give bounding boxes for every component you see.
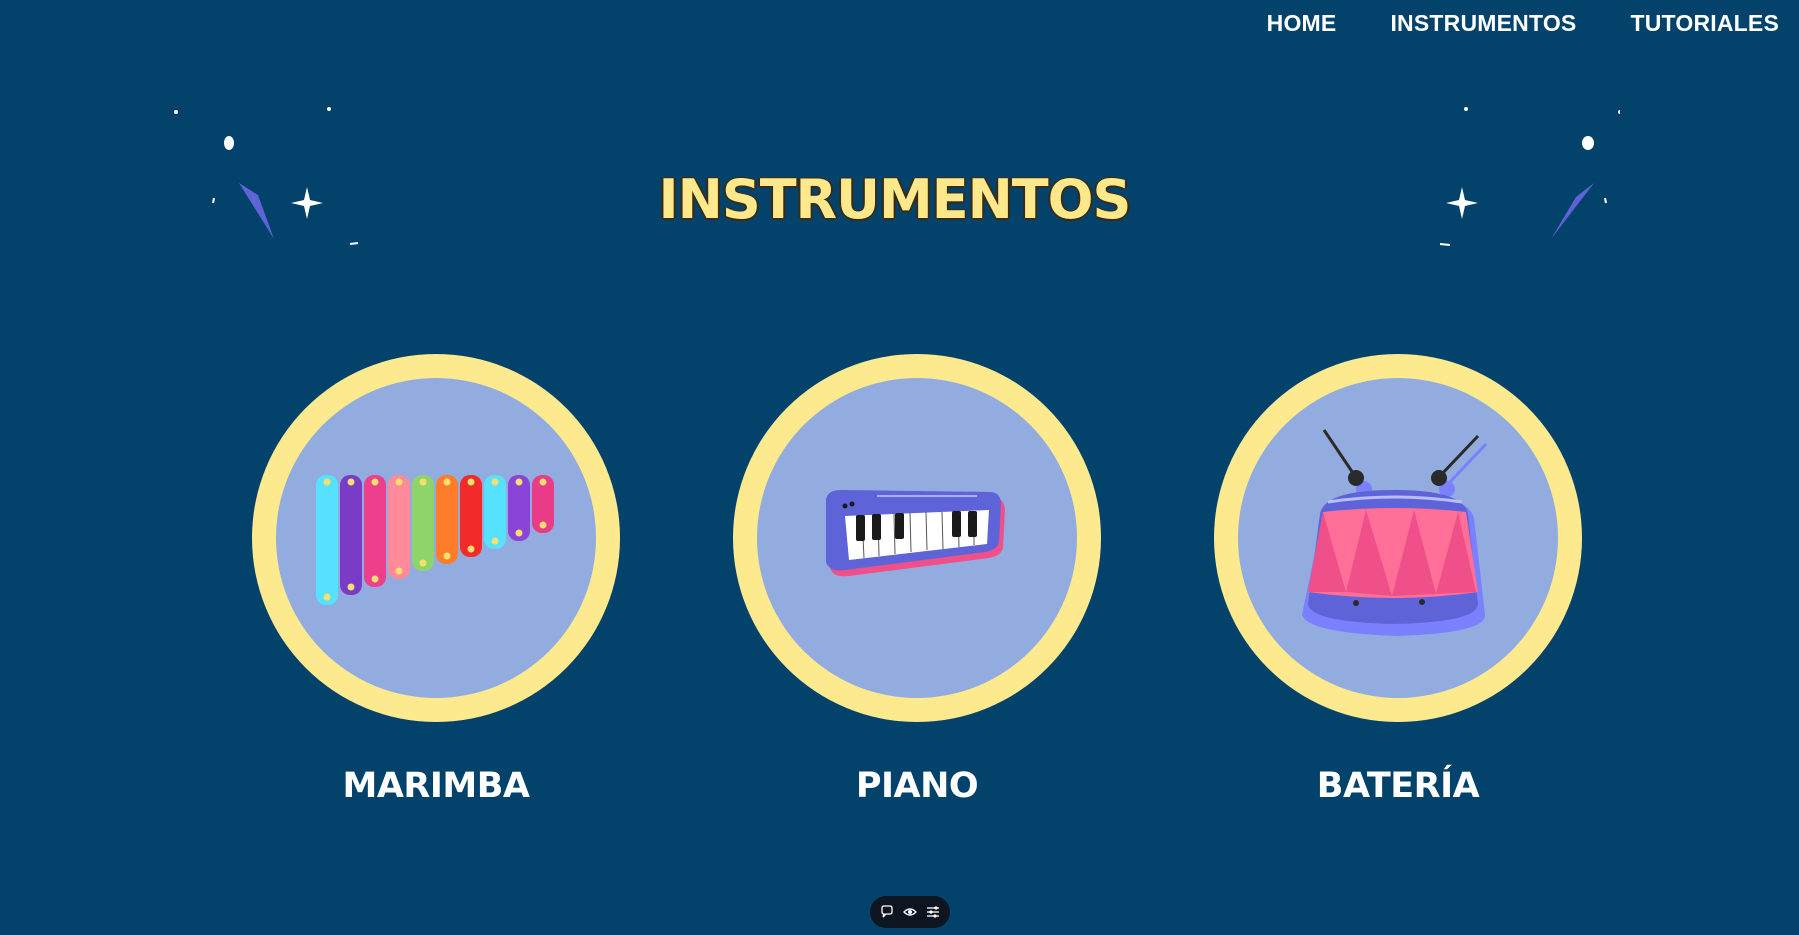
instrument-label-marimba[interactable]: MARIMBA [252, 766, 620, 806]
instrument-card-marimba: MARIMBA [252, 354, 620, 806]
instrument-label-piano[interactable]: PIANO [733, 766, 1101, 806]
piano-button[interactable] [733, 354, 1101, 722]
nav-home-link[interactable]: HOME [1267, 10, 1337, 37]
floating-toolbar [870, 896, 950, 928]
marimba-icon [316, 475, 554, 605]
comment-icon[interactable] [878, 903, 896, 921]
marimba-button[interactable] [252, 354, 620, 722]
instrument-label-bateria[interactable]: BATERÍA [1214, 766, 1582, 806]
eye-icon[interactable] [901, 903, 919, 921]
nav-tutoriales-link[interactable]: TUTORIALES [1630, 10, 1779, 37]
top-nav: HOME INSTRUMENTOS TUTORIALES [1267, 10, 1779, 37]
bateria-button[interactable] [1214, 354, 1582, 722]
drum-icon [1302, 429, 1488, 636]
nav-instrumentos-link[interactable]: INSTRUMENTOS [1390, 10, 1576, 37]
settings-icon[interactable] [924, 903, 942, 921]
page: HOME INSTRUMENTOS TUTORIALES INSTRUMENTO… [0, 0, 1799, 935]
piano-icon [826, 490, 1005, 577]
instrument-card-bateria: BATERÍA [1214, 354, 1582, 806]
instrument-card-piano: PIANO [733, 354, 1101, 806]
page-title: INSTRUMENTOS [658, 168, 1132, 232]
